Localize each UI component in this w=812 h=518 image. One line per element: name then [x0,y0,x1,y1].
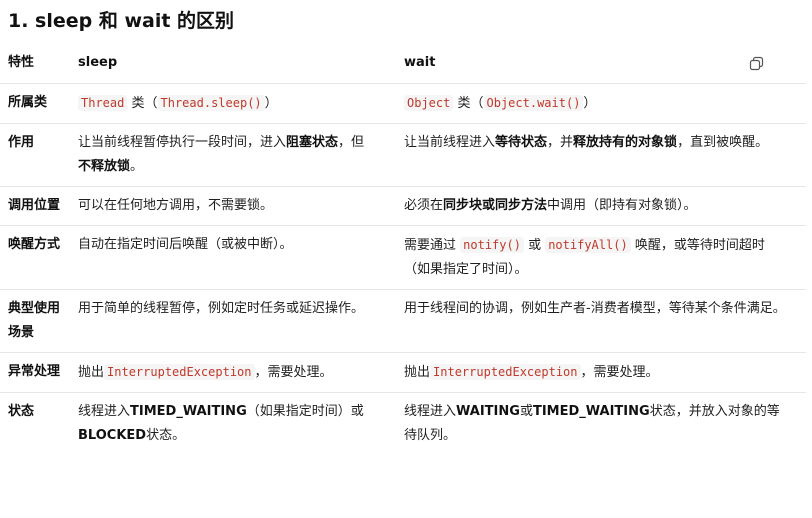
sleep-cell: 让当前线程暂停执行一段时间，进入阻塞状态，但不释放锁。 [70,123,396,187]
table-row: 作用 让当前线程暂停执行一段时间，进入阻塞状态，但不释放锁。 让当前线程进入等待… [0,123,806,187]
section-title: 1. sleep 和 wait 的区别 [8,10,235,32]
cell-text: ） [583,96,597,111]
sleep-cell: 抛出 InterruptedException ，需要处理。 [70,352,396,393]
bold-text: BLOCKED [78,428,147,443]
inline-code: Object.wait() [483,95,584,111]
row-key: 所属类 [0,83,70,124]
row-key: 状态 [8,404,35,419]
row-key: 典型使用场景 [0,289,70,353]
sleep-cell: 用于简单的线程暂停，例如定时任务或延迟操作。 [70,289,396,353]
cell-text: ） [264,96,278,111]
cell-text: 抛出 [78,365,105,380]
cell-text: 线程进入 [404,404,457,419]
header-feature: 特性 [0,43,70,84]
table-row: 状态 线程进入TIMED_WAITING（如果指定时间）或BLOCKED状态。 … [0,393,806,456]
inline-code: Thread [78,95,128,111]
inline-code: Thread.sleep() [157,95,265,111]
inline-code: Object [404,95,454,111]
cell-text: 类（ [127,96,158,111]
table-row: 典型使用场景 用于简单的线程暂停，例如定时任务或延迟操作。 用于线程间的协调，例… [0,289,806,353]
bold-text: 阻塞状态 [286,135,339,150]
table-row: 调用位置 可以在任何地方调用，不需要锁。 必须在同步块或同步方法中调用（即持有对… [0,186,806,226]
comparison-table: 特性 sleep wait 所属类 Thread 类（ Thread.sleep(… [0,43,806,455]
inline-code: notifyAll() [545,237,631,253]
cell-text: 或 [523,238,546,253]
cell-text: 类（ [453,96,484,111]
cell-text: 必须在 [404,198,444,213]
inline-code: InterruptedException [430,364,581,380]
header-sleep: sleep [70,43,396,84]
cell-text: 状态。 [146,428,186,443]
bold-text: 释放持有的对象锁 [573,135,678,150]
wait-cell: Object 类（ Object.wait()） [396,83,806,124]
cell-text: 用于简单的线程暂停，例如定时任务或延迟操作。 [78,301,365,316]
cell-text: 。 [130,159,144,174]
sleep-cell: 可以在任何地方调用，不需要锁。 [70,186,396,226]
row-key: 作用 [0,123,70,187]
cell-text: 中调用（即持有对象锁）。 [547,198,697,213]
sleep-cell: 自动在指定时间后唤醒（或被中断）。 [70,225,396,290]
cell-text: ，需要处理。 [254,365,333,380]
header-wait: wait [396,43,806,84]
cell-text: 或 [519,404,533,419]
bold-text: TIMED_WAITING [532,404,650,419]
wait-cell: 用于线程间的协调，例如生产者-消费者模型，等待某个条件满足。 [396,289,806,353]
table-row: 唤醒方式 自动在指定时间后唤醒（或被中断）。 需要通过 notify() 或 n… [0,225,806,290]
inline-code: notify() [460,237,524,253]
cell-text: 线程进入 [78,404,131,419]
bold-text: 不释放锁 [78,159,131,174]
cell-text: ，直到被唤醒。 [677,135,769,150]
bold-text: WAITING [456,404,520,419]
row-key: 异常处理 [0,352,70,393]
table-row: 所属类 Thread 类（ Thread.sleep()） Object 类（ Ob… [0,83,806,124]
cell-text: 可以在任何地方调用，不需要锁。 [78,198,274,213]
cell-text: 用于线程间的协调，例如生产者-消费者模型，等待某个条件满足。 [404,301,786,316]
wait-cell: 需要通过 notify() 或 notifyAll() 唤醒，或等待时间超时（如… [396,225,806,290]
bold-text: TIMED_WAITING [130,404,247,419]
cell-text: ，但 [338,135,365,150]
inline-code: InterruptedException [104,364,255,380]
cell-text: 自动在指定时间后唤醒（或被中断）。 [78,237,293,252]
cell-text: （如果指定时间）或 [246,404,364,419]
table-row: 异常处理 抛出 InterruptedException ，需要处理。 抛出 Inte… [0,352,806,393]
cell-text: 让当前线程进入 [404,135,496,150]
table-header-row: 特性 sleep wait [0,43,806,84]
sleep-cell: 线程进入TIMED_WAITING（如果指定时间）或 BLOCKED状态。 [70,393,396,456]
cell-text: ，并 [547,135,574,150]
row-key: 调用位置 [0,186,70,226]
wait-cell: 抛出 InterruptedException ，需要处理。 [396,352,806,393]
wait-cell: 线程进入WAITING或TIMED_WAITING状态，并放入对象的等待队列。 [396,393,806,456]
row-key: 唤醒方式 [0,225,70,290]
sleep-cell: Thread 类（ Thread.sleep()） [70,83,396,124]
wait-cell: 必须在同步块或同步方法中调用（即持有对象锁）。 [396,186,806,226]
cell-text: 让当前线程暂停执行一段时间，进入 [78,135,287,150]
bold-text: 等待状态 [495,135,548,150]
cell-text: 抛出 [404,365,431,380]
cell-text: ，需要处理。 [580,365,659,380]
cell-text: 需要通过 [404,238,461,253]
wait-cell: 让当前线程进入等待状态，并释放持有的对象锁，直到被唤醒。 [396,123,806,187]
bold-text: 同步块或同步方法 [443,198,548,213]
